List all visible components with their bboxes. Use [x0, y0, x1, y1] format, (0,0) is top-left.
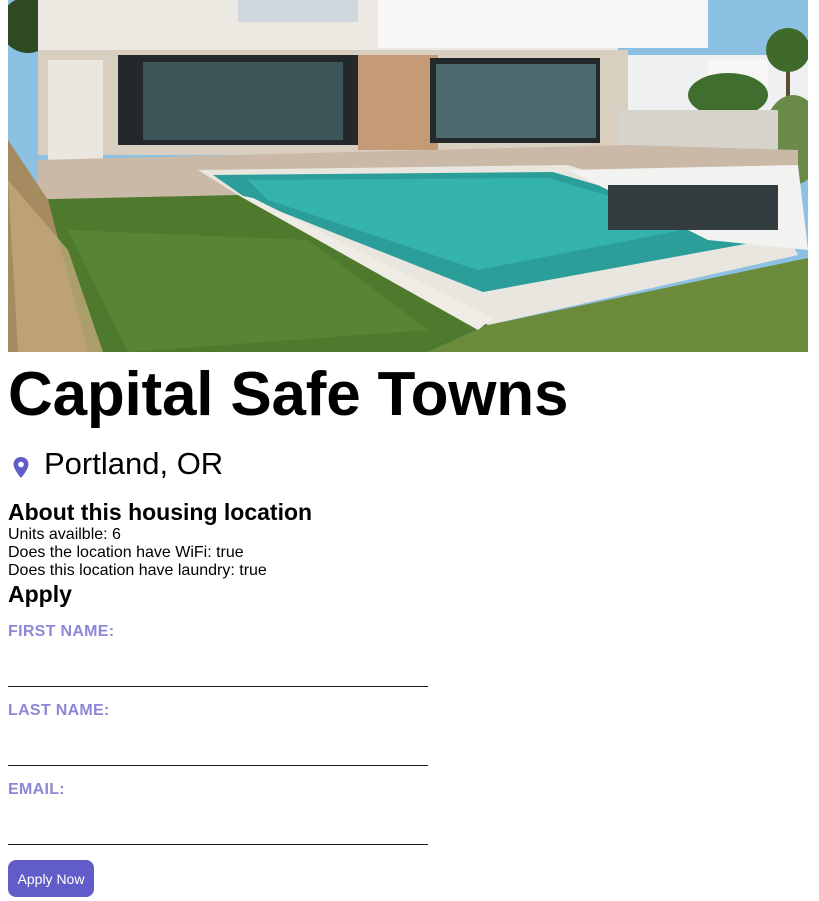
listing-heading: Capital Safe Towns	[8, 360, 569, 429]
last-name-label: LAST NAME:	[8, 702, 110, 719]
email-input[interactable]	[8, 814, 428, 845]
listing-photo	[8, 0, 808, 352]
about-heading: About this housing location	[8, 499, 313, 525]
apply-heading: Apply	[8, 581, 72, 607]
wifi-info: Does the location have WiFi: true	[8, 544, 244, 561]
last-name-input[interactable]	[8, 735, 428, 766]
location-pin-icon	[12, 452, 30, 478]
first-name-label: FIRST NAME:	[8, 623, 115, 640]
laundry-info: Does this location have laundry: true	[8, 562, 267, 579]
location-text: Portland, OR	[44, 446, 224, 481]
listing-features: Units availble: 6 Does the location have…	[8, 526, 267, 580]
email-label: EMAIL:	[8, 781, 65, 798]
details-page: Capital Safe Towns Portland, OR About th…	[0, 0, 819, 901]
first-name-input[interactable]	[8, 656, 428, 687]
listing-location: Portland, OR	[12, 445, 223, 483]
apply-now-button[interactable]: Apply Now	[8, 860, 94, 897]
units-available: Units availble: 6	[8, 526, 121, 543]
